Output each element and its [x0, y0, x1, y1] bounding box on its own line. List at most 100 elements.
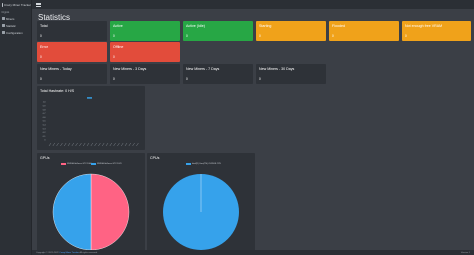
x-tick-mark [60, 142, 63, 147]
y-tick-label: 0.6 [43, 117, 47, 119]
card-starting: Starting 0 [256, 21, 326, 41]
x-tick-mark [124, 142, 128, 147]
card-title: Active [113, 23, 123, 28]
gpus-pie-chart [52, 173, 130, 251]
card-active-idle: Active (Idle) 0 [183, 21, 253, 41]
sidebar-item-configuration[interactable]: Configuration [0, 29, 31, 36]
y-tick-label: 0.7 [43, 113, 47, 115]
cpus-pie-chart [163, 174, 239, 250]
card-value: 0 [113, 77, 115, 81]
card-title: New Miners - 30 Days [259, 66, 295, 71]
sidebar-item-statistic[interactable]: Statistic [0, 22, 31, 29]
x-tick-mark [128, 142, 131, 147]
card-title: New Miners - 3 Days [113, 66, 147, 71]
card-value: 0 [259, 77, 261, 81]
card-title: New Miners - 7 Days [186, 66, 220, 71]
y-tick-label: 1.0 [43, 102, 47, 104]
card-value: 0 [405, 34, 407, 38]
x-tick-mark [71, 142, 74, 147]
pie-slice [90, 173, 130, 251]
legend-label: NVIDIA GeForce GTX 1060 [67, 163, 92, 165]
card-value: 0 [113, 55, 115, 59]
x-tick-mark [132, 142, 135, 147]
pie-slice [52, 173, 92, 251]
topbar [32, 0, 474, 9]
chart-title: CPUs [150, 156, 160, 160]
legend-swatch [186, 163, 191, 165]
x-tick-mark [136, 142, 139, 147]
x-tick-mark [98, 142, 101, 147]
x-tick-mark [113, 142, 116, 147]
footer-version: Version 1 [460, 251, 470, 254]
card-value: 0 [186, 34, 188, 38]
card-title: Starting [259, 23, 272, 28]
x-tick-mark [117, 142, 120, 147]
y-tick-label: 0.2 [43, 132, 47, 134]
legend-item[interactable]: Intel(R) Core(TM) i7-8700K CPU [186, 163, 221, 165]
x-tick-mark [64, 142, 67, 147]
legend-item[interactable]: NVIDIA GeForce GTX 1060 [61, 163, 92, 165]
footer-copyright: Copyright © 2021-2022 Crazy Miner Tracke… [36, 252, 98, 254]
x-tick-mark [56, 142, 59, 147]
x-tick-mark [121, 142, 124, 147]
x-tick-mark [48, 142, 52, 147]
brand[interactable]: Crazy Miner Tracker [0, 0, 31, 9]
footer-rights-text: All rights reserved. [79, 251, 98, 254]
app-root: Crazy Miner Tracker Crypto Miners Statis… [0, 0, 474, 255]
footer-copyright-text: Copyright © 2021-2022 [36, 251, 59, 254]
footer: Copyright © 2021-2022 Crazy Miner Tracke… [32, 250, 474, 255]
brand-name: Crazy Miner Tracker [3, 2, 31, 7]
y-tick-label: 0.8 [43, 109, 47, 111]
y-tick-label: 0.3 [43, 128, 47, 130]
x-tick-mark [105, 142, 109, 147]
legend-swatch [61, 163, 66, 165]
card-title: Error [40, 44, 48, 49]
sidebar-item-label: Miners [6, 16, 15, 21]
chart-title: GPUs [40, 156, 50, 160]
cpus-chart-panel: CPUs Intel(R) Core(TM) i7-8700K CPU [147, 153, 255, 252]
card-title: New Miners - Today [40, 66, 72, 71]
card-total: Total 0 [37, 21, 107, 41]
card-offline: Offline 0 [110, 42, 180, 62]
x-tick-mark [67, 142, 71, 147]
cpus-legend: Intel(R) Core(TM) i7-8700K CPU [147, 163, 255, 167]
chart-icon [2, 24, 5, 27]
y-tick-label: 0 [44, 140, 46, 142]
card-value: 0 [40, 34, 42, 38]
card-flooded: Flooded 0 [329, 21, 399, 41]
x-tick-mark [102, 142, 105, 147]
legend-label: NVIDIA GeForce GTX 1070 [97, 163, 122, 165]
card-not-enough-vram: Not enough free VRAM 0 [402, 21, 471, 41]
card-new-miners-7-days: New Miners - 7 Days 0 [183, 64, 253, 84]
sidebar-item-miners[interactable]: Miners [0, 15, 31, 22]
sidebar: Crazy Miner Tracker Crypto Miners Statis… [0, 0, 32, 255]
y-tick-label: 0.1 [43, 136, 47, 138]
legend-label: Intel(R) Core(TM) i7-8700K CPU [192, 163, 222, 165]
hashrate-line-chart: 1.0 0.90.8 0.7 0.6 0.5 0.40.3 0.2 0.1 0 [43, 97, 139, 147]
card-title: Flooded [332, 23, 345, 28]
y-tick-label: 0.9 [43, 106, 47, 108]
gpus-legend: NVIDIA GeForce GTX 1060 NVIDIA GeForce GT… [37, 163, 145, 167]
card-value: 0 [186, 77, 188, 81]
gear-icon [2, 31, 5, 34]
x-tick-mark [94, 142, 97, 147]
card-value: 0 [40, 55, 42, 59]
miners-icon [2, 17, 5, 20]
footer-link[interactable]: Crazy Miner Tracker [59, 252, 79, 254]
x-tick-mark [52, 142, 55, 147]
x-tick-mark [90, 142, 93, 147]
card-title: Active (Idle) [186, 23, 205, 28]
card-error: Error 0 [37, 42, 107, 62]
x-tick-mark [86, 142, 90, 147]
card-value: 0 [40, 77, 42, 81]
x-tick-mark [79, 142, 82, 147]
sidebar-item-label: Statistic [6, 23, 16, 28]
x-tick-mark [83, 142, 86, 147]
legend-swatch [87, 97, 92, 99]
legend-swatch [91, 163, 96, 165]
hamburger-menu-icon[interactable] [36, 2, 41, 7]
chart-title: Total Hashrate: 0 H/S [40, 89, 75, 93]
legend-item[interactable]: NVIDIA GeForce GTX 1070 [91, 163, 122, 165]
card-new-miners-30-days: New Miners - 30 Days 0 [256, 64, 326, 84]
hashrate-chart-panel: Total Hashrate: 0 H/S 1.0 0.9 0.8 0.7 0.6 0.5… [37, 86, 145, 150]
